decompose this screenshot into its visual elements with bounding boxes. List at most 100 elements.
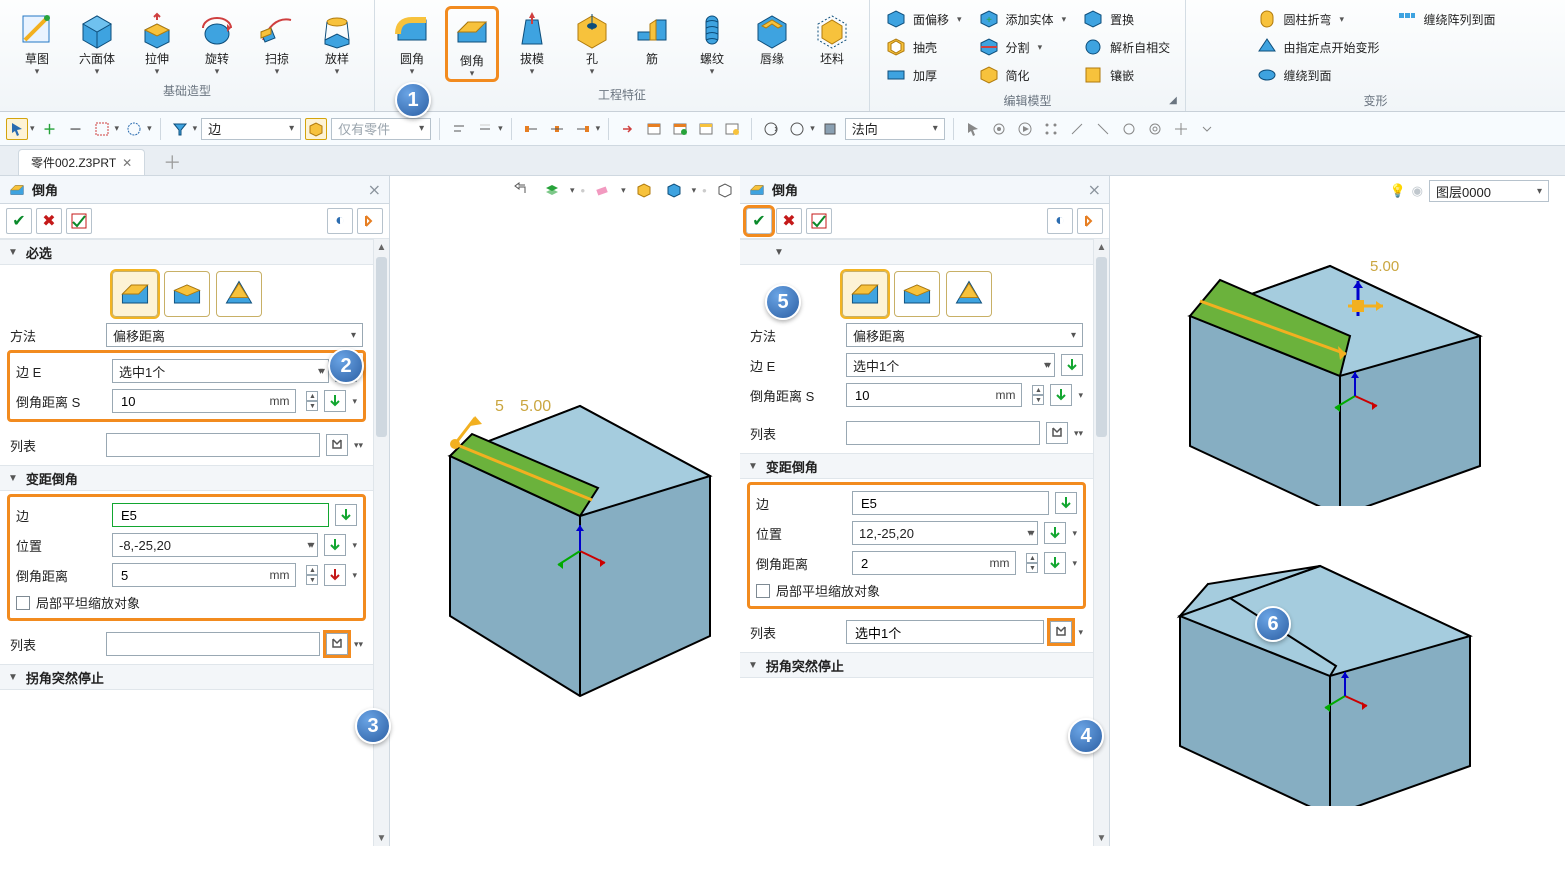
ok-button[interactable]: ✔ [6, 208, 32, 234]
ribbon-add-solid[interactable]: +添加实体▾ [973, 6, 1072, 32]
doc-tab[interactable]: 零件002.Z3PRT ✕ [18, 149, 145, 175]
ribbon-resolve-self[interactable]: 解析自相交 [1077, 34, 1175, 60]
group-expand-icon[interactable]: ◢ [1169, 95, 1181, 107]
vt-eraser-icon[interactable] [591, 178, 615, 202]
pos-combo[interactable]: -8,-25,20▾▾ [112, 533, 318, 557]
vt-wire-icon[interactable] [713, 178, 737, 202]
cancel-button[interactable]: ✖ [776, 208, 802, 234]
ribbon-fillet[interactable]: 圆角▾ [385, 6, 439, 78]
viewport-right[interactable]: 💡 ◉ 图层0000▾ 5.00 [1110, 176, 1565, 846]
list-save-icon[interactable] [326, 434, 348, 456]
list2-input[interactable] [106, 632, 320, 656]
ribbon-face-offset[interactable]: 面偏移▾ [880, 6, 967, 32]
chamfer-type-2[interactable] [164, 271, 210, 317]
ts-scope-icon[interactable] [305, 118, 327, 140]
ts-node-r[interactable] [572, 118, 594, 140]
ribbon-wrap-face[interactable]: 缠绕到面 [1251, 62, 1385, 88]
flat-checkbox[interactable]: 局部平坦缩放对象 [756, 581, 1077, 600]
ribbon-sketch[interactable]: 草图▾ [10, 6, 64, 78]
dist2-input[interactable]: mm [112, 563, 296, 587]
viewport-left[interactable]: ▾ • ▾ ▾ • ▾ 5 5.00 [390, 176, 740, 846]
ts-filter-combo[interactable]: 边▾ [201, 118, 301, 140]
ts-filter-icon[interactable] [169, 118, 191, 140]
ts-win1[interactable] [643, 118, 665, 140]
list2-input[interactable] [846, 620, 1044, 644]
chamfer-type-3[interactable] [216, 271, 262, 317]
ribbon-wrap-array[interactable]: 缠绕阵列到面 [1391, 6, 1501, 32]
side-button[interactable] [1077, 208, 1103, 234]
ok-button[interactable]: ✔ [746, 208, 772, 234]
scroll-up-icon[interactable]: ▲ [374, 239, 389, 255]
cancel-button[interactable]: ✖ [36, 208, 62, 234]
spinner[interactable]: ▲▼ [1032, 385, 1044, 405]
section-vari[interactable]: 变距倒角 [0, 465, 373, 491]
ts-cross[interactable] [1170, 118, 1192, 140]
close-icon[interactable]: ✕ [122, 156, 132, 170]
ts-win4[interactable] [721, 118, 743, 140]
ts-plus[interactable]: ＋ [39, 118, 61, 140]
ts-more[interactable] [1196, 118, 1218, 140]
pick-icon[interactable] [1044, 522, 1066, 544]
ribbon-thicken[interactable]: 加厚 [880, 62, 967, 88]
ts-circle2[interactable] [1144, 118, 1166, 140]
edge-combo[interactable]: 选中1个▾▾ [112, 359, 329, 383]
ts-orient-combo[interactable]: 法向▾ [845, 118, 945, 140]
ribbon-lip[interactable]: 唇缘 [745, 6, 799, 70]
scroll-down-icon[interactable]: ▼ [1094, 830, 1109, 846]
ts-align-2[interactable] [474, 118, 496, 140]
section-stop[interactable]: 拐角突然停止 [0, 664, 373, 690]
pick-icon[interactable] [1061, 354, 1083, 376]
ribbon-split[interactable]: 分割▾ [973, 34, 1072, 60]
chamfer-type-1[interactable] [112, 271, 158, 317]
spinner[interactable]: ▲▼ [306, 565, 318, 585]
vt-shade-icon[interactable] [632, 178, 656, 202]
info-button[interactable]: ◐ [1047, 208, 1073, 234]
pick-icon[interactable] [1044, 552, 1066, 574]
ribbon-loft[interactable]: 放样▾ [310, 6, 364, 78]
ribbon-chamfer[interactable]: 倒角▾ [445, 6, 499, 82]
side-button[interactable] [357, 208, 383, 234]
dist2-input[interactable]: mm [852, 551, 1016, 575]
section-must[interactable] [740, 239, 1093, 265]
scroll-thumb[interactable] [376, 257, 387, 437]
layer-combo[interactable]: 图层0000▾ [1429, 180, 1549, 202]
ribbon-extrude[interactable]: 拉伸▾ [130, 6, 184, 78]
ribbon-hole[interactable]: 孔▾ [565, 6, 619, 78]
ts-lasso[interactable] [123, 118, 145, 140]
ts-circle1[interactable] [1118, 118, 1140, 140]
ts-scope-combo[interactable]: 仅有零件▾ [331, 118, 431, 140]
pick-icon[interactable] [324, 390, 346, 412]
scrollbar[interactable]: ▲ ▼ [1093, 239, 1109, 846]
pick-icon[interactable] [324, 564, 346, 586]
list-save-icon[interactable] [1050, 621, 1072, 643]
chamfer-type-1[interactable] [842, 271, 888, 317]
ts-gear[interactable] [988, 118, 1010, 140]
panel-close-icon[interactable]: ⨯ [1088, 180, 1101, 200]
pick-icon[interactable] [335, 504, 357, 526]
pick-icon[interactable] [324, 534, 346, 556]
flat-checkbox[interactable]: 局部平坦缩放对象 [16, 593, 357, 612]
pick-icon[interactable] [1050, 384, 1072, 406]
scroll-down-icon[interactable]: ▼ [374, 830, 389, 846]
vt-layers-icon[interactable] [540, 178, 564, 202]
ribbon-rib[interactable]: 筋 [625, 6, 679, 70]
ts-dots[interactable] [1040, 118, 1062, 140]
edge-combo[interactable]: 选中1个▾▾ [846, 353, 1055, 377]
section-must[interactable]: 必选 [0, 239, 373, 265]
ribbon-point-deform[interactable]: 由指定点开始变形 [1251, 34, 1385, 60]
panel-close-icon[interactable]: ⨯ [368, 180, 381, 200]
ribbon-cyl-bend[interactable]: 圆柱折弯▾ [1251, 6, 1385, 32]
dist-input[interactable]: mm [846, 383, 1022, 407]
ribbon-stock[interactable]: 坯料 [805, 6, 859, 70]
ts-node-m[interactable] [546, 118, 568, 140]
spinner[interactable]: ▲▼ [306, 391, 318, 411]
ts-node-l[interactable] [520, 118, 542, 140]
method-combo[interactable]: 偏移距离▾ [106, 323, 363, 347]
eye-icon[interactable]: ◉ [1412, 183, 1423, 199]
ts-minus[interactable]: － [65, 118, 87, 140]
vt-cube-icon[interactable] [662, 178, 686, 202]
method-combo[interactable]: 偏移距离▾ [846, 323, 1083, 347]
scrollbar[interactable]: ▲ ▼ [373, 239, 389, 846]
pos-combo[interactable]: 12,-25,20▾▾ [852, 521, 1038, 545]
vt-undo-icon[interactable] [510, 178, 534, 202]
